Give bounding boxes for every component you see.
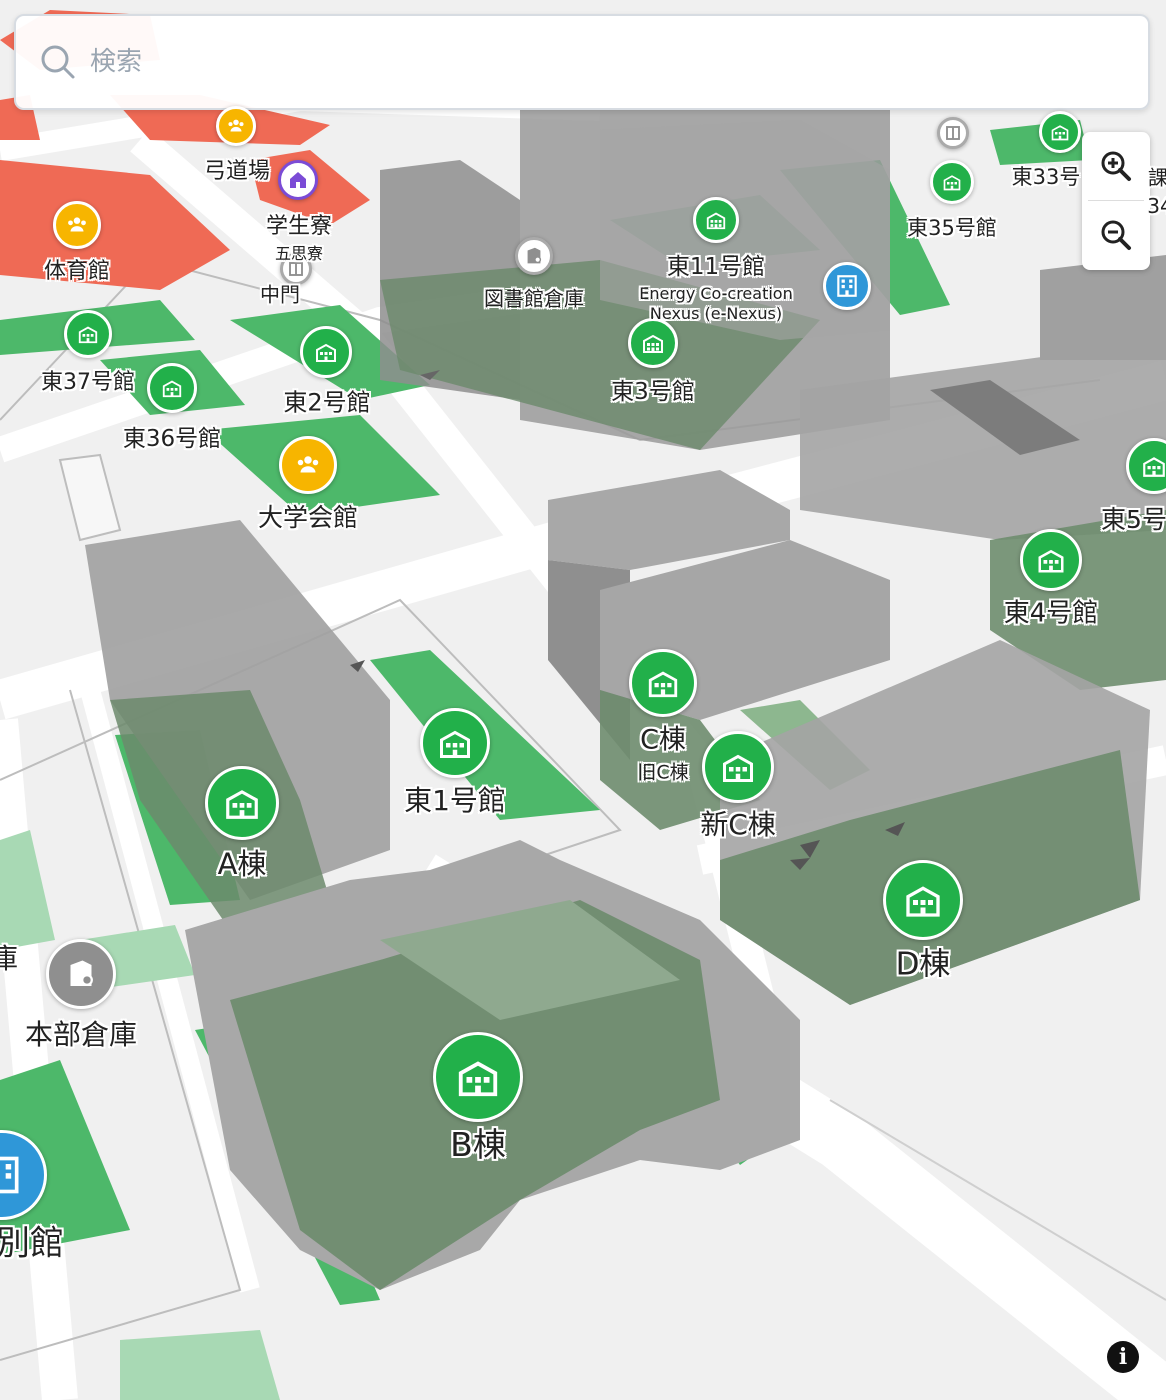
storage-icon (70, 960, 93, 986)
building-icon (1051, 125, 1069, 141)
label-kyu-c-tou: 旧C棟 (637, 761, 689, 784)
label-higashi33: 東33号 (1011, 165, 1081, 189)
label-higashi11: 東11号館 (666, 254, 766, 280)
label-higashi37: 東37号館 (41, 370, 135, 395)
building-icon (1038, 549, 1064, 573)
label-edge-ko: 庫 (0, 942, 19, 975)
map-canvas[interactable]: i 弓道場 学生寮 五思寮 中門 体育館 図書館倉庫 東11号館 Energy … (0, 0, 1166, 1400)
building-pin-c-tou[interactable] (629, 649, 697, 717)
dorm-pin-gakuseiryo[interactable] (278, 160, 318, 200)
building-pin-d-tou[interactable] (883, 860, 963, 940)
map-base-layer (0, 0, 1166, 1400)
building-pin-higashi37[interactable] (64, 310, 112, 358)
building-icon (78, 326, 98, 344)
label-kyudojo: 弓道場 (203, 159, 271, 184)
office-building-icon (0, 1156, 19, 1194)
building-icon (316, 343, 336, 362)
label-higashi36: 東36号館 (122, 426, 222, 452)
info-icon: i (1118, 1344, 1128, 1370)
building-pin-a-tou[interactable] (205, 766, 279, 840)
label-honbu-souko: 本部倉庫 (24, 1018, 138, 1051)
storage-pin-tosho[interactable] (515, 237, 553, 275)
building-icon (1143, 457, 1165, 477)
label-higashi3: 東3号館 (611, 379, 695, 405)
zoom-out-button[interactable] (1082, 201, 1150, 269)
building-pin-higashi2[interactable] (300, 326, 352, 378)
label-bekkan: 別館 (0, 1223, 64, 1264)
people-icon (228, 119, 244, 132)
label-c-tou: C棟 (640, 724, 686, 756)
building-pin-higashi36[interactable] (147, 363, 197, 413)
label-higashi35: 東35号館 (907, 216, 997, 240)
label-gosiryo: 五思寮 (274, 244, 324, 263)
building-pin-higashi4[interactable] (1020, 529, 1082, 591)
search-icon (41, 45, 75, 79)
info-button[interactable]: i (1107, 1341, 1139, 1373)
label-higashi2: 東2号館 (283, 388, 371, 417)
gate-pin-top[interactable] (937, 117, 969, 149)
people-icon (297, 456, 319, 473)
zoom-controls (1082, 132, 1150, 270)
label-higashi1: 東1号館 (404, 784, 506, 817)
building-icon (458, 1061, 498, 1097)
building-icon (723, 754, 753, 782)
label-daigaku-kaikan: 大学会館 (257, 503, 359, 532)
search-bar[interactable] (14, 14, 1150, 110)
building-pin-higashi33[interactable] (1039, 111, 1081, 153)
label-taiikukan: 体育館 (43, 259, 111, 284)
label-enexus: Energy Co-creation Nexus (e-Nexus) (639, 284, 793, 323)
office-pin-enexus[interactable] (823, 262, 871, 310)
building-pin-higashi35[interactable] (930, 160, 974, 204)
building-icon (706, 212, 726, 230)
building-icon (648, 671, 678, 698)
label-shin-c-tou: 新C棟 (700, 808, 776, 841)
building-icon (440, 730, 470, 758)
label-gakuseiryo: 学生寮 (265, 214, 333, 239)
label-edge-ka: 課 (1148, 165, 1166, 190)
building-icon (226, 790, 258, 819)
label-tosho-souko: 図書館倉庫 (484, 286, 584, 311)
building-pin-shin-c-tou[interactable] (702, 731, 774, 803)
facility-pin-daigaku-kaikan[interactable] (279, 436, 337, 494)
building-pin-b-tou[interactable] (433, 1032, 523, 1122)
facility-pin-taiikukan[interactable] (53, 201, 101, 249)
building-icon (943, 175, 961, 191)
label-b-tou: B棟 (450, 1125, 506, 1164)
building-pin-higashi3[interactable] (628, 318, 678, 368)
building-pin-higashi11[interactable] (693, 197, 739, 243)
building-icon (906, 886, 940, 917)
search-input[interactable] (88, 46, 992, 78)
storage-pin-honbu[interactable] (46, 939, 116, 1009)
storage-icon (527, 247, 542, 264)
label-higashi5: 東5号 (1101, 505, 1166, 534)
house-icon (290, 172, 306, 188)
office-building-icon (837, 275, 857, 297)
zoom-in-button[interactable] (1082, 132, 1150, 200)
building-pin-higashi1[interactable] (420, 708, 490, 778)
label-d-tou: D棟 (895, 946, 951, 983)
people-icon (68, 217, 86, 232)
label-edge-34: 34 (1147, 194, 1166, 218)
label-chumon: 中門 (260, 282, 300, 307)
building-icon (162, 380, 182, 398)
facility-pin-kyudojo[interactable] (216, 106, 256, 146)
label-a-tou: A棟 (217, 847, 267, 881)
zoom-in-icon (1101, 151, 1131, 181)
gate-icon (946, 126, 960, 140)
building-icon (643, 334, 663, 353)
label-higashi4: 東4号館 (1003, 598, 1099, 629)
zoom-out-icon (1101, 220, 1131, 250)
